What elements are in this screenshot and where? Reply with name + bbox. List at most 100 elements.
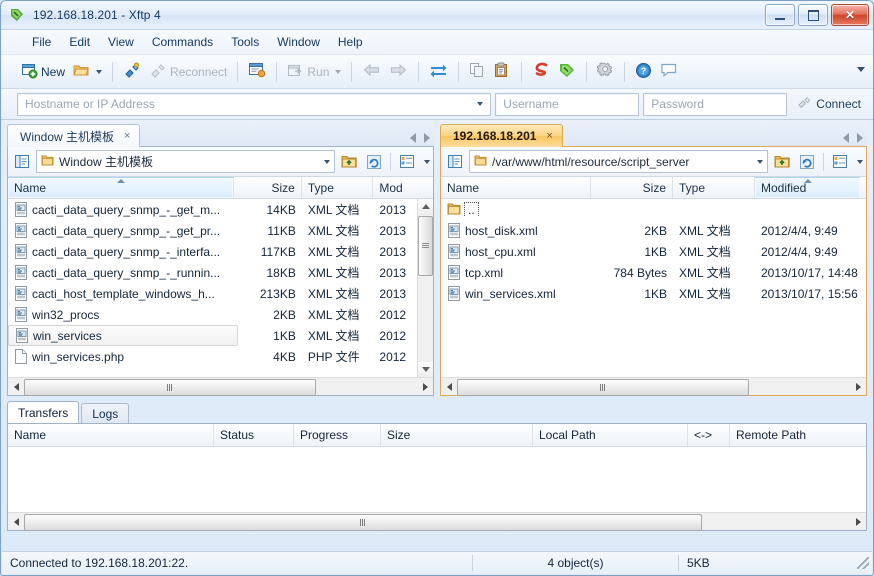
paste-button[interactable]	[490, 60, 515, 84]
remote-column-modified[interactable]: Modified	[755, 177, 860, 198]
options-button[interactable]	[593, 60, 618, 84]
table-row[interactable]: cacti_data_query_snmp_-_interfa... 117KB…	[8, 241, 433, 262]
hscroll-thumb[interactable]	[24, 514, 702, 531]
remote-view-button[interactable]	[829, 151, 851, 173]
transfers-column-size[interactable]: Size	[381, 424, 533, 446]
remote-tab[interactable]: 192.168.18.201 ×	[440, 124, 563, 147]
hscroll-thumb[interactable]	[24, 379, 316, 396]
table-row[interactable]: tcp.xml 784 Bytes XML 文档 2013/10/17, 14:…	[441, 262, 866, 283]
menu-item-file[interactable]: File	[23, 32, 60, 52]
local-column-size[interactable]: Size	[234, 177, 302, 198]
table-row[interactable]: cacti_data_query_snmp_-_runnin... 18KB X…	[8, 262, 433, 283]
local-view-button[interactable]	[396, 151, 418, 173]
hscroll-left-button[interactable]	[441, 379, 457, 395]
host-dropdown-icon[interactable]	[477, 102, 484, 106]
remote-path-combo[interactable]: /var/www/html/resource/script_server	[469, 150, 768, 173]
table-row[interactable]: win_services	[8, 325, 238, 346]
local-column-name[interactable]: Name	[8, 177, 235, 198]
local-view-dropdown-icon[interactable]	[424, 159, 430, 164]
connect-button[interactable]	[119, 60, 145, 84]
remote-refresh-button[interactable]	[796, 151, 818, 173]
menu-item-help[interactable]: Help	[329, 32, 372, 52]
run-caret-icon[interactable]	[335, 69, 342, 74]
open-session-caret-icon[interactable]	[96, 69, 103, 74]
xshell-button[interactable]	[528, 60, 554, 84]
local-tab-prev-icon[interactable]	[410, 133, 416, 143]
remote-up-button[interactable]	[771, 151, 793, 173]
local-column-modified[interactable]: Mod	[373, 177, 433, 198]
help-button[interactable]: ?	[631, 60, 656, 84]
toolbar-overflow-icon[interactable]	[857, 67, 865, 72]
table-row[interactable]: ..	[441, 199, 866, 220]
menu-item-window[interactable]: Window	[268, 32, 329, 52]
transfers-column-status[interactable]: Status	[214, 424, 294, 446]
local-path-combo[interactable]: Window 主机模板	[36, 150, 335, 173]
connect-action-button[interactable]: Connect	[791, 93, 867, 115]
xftp-button[interactable]	[554, 60, 580, 84]
table-row[interactable]: cacti_data_query_snmp_-_get_pr... 11KB X…	[8, 220, 433, 241]
remote-column-name[interactable]: Name	[441, 177, 591, 198]
table-row[interactable]: host_disk.xml 2KB XML 文档 2012/4/4, 9:49	[441, 220, 866, 241]
hscroll-left-button[interactable]	[8, 379, 24, 395]
maximize-button[interactable]	[798, 4, 828, 26]
open-session-button[interactable]	[69, 60, 106, 84]
close-button[interactable]: ✕	[831, 4, 869, 26]
sync-browsing-button[interactable]	[425, 60, 452, 84]
hscroll-right-button[interactable]	[417, 379, 433, 395]
remote-tab-close-icon[interactable]: ×	[546, 130, 552, 142]
tab-logs[interactable]: Logs	[81, 403, 130, 424]
hscroll-track[interactable]	[24, 514, 850, 531]
hscroll-track[interactable]	[24, 379, 417, 396]
remote-tab-prev-icon[interactable]	[843, 133, 849, 143]
transfers-rows[interactable]	[8, 447, 866, 512]
remote-view-dropdown-icon[interactable]	[857, 159, 863, 164]
remote-horizontal-scrollbar[interactable]	[441, 377, 866, 396]
local-vertical-scrollbar[interactable]	[417, 199, 433, 377]
scroll-up-button[interactable]	[418, 199, 433, 214]
tab-transfers[interactable]: Transfers	[7, 401, 80, 424]
table-row[interactable]: win32_procs 2KB XML 文档 2012	[8, 304, 433, 325]
local-column-type[interactable]: Type	[302, 177, 374, 198]
local-refresh-button[interactable]	[363, 151, 385, 173]
transfers-horizontal-scrollbar[interactable]	[8, 512, 866, 531]
table-row[interactable]: win_services.xml 1KB XML 文档 2013/10/17, …	[441, 283, 866, 304]
table-row[interactable]: cacti_host_template_windows_h... 213KB X…	[8, 283, 433, 304]
menu-item-edit[interactable]: Edit	[60, 32, 99, 52]
local-tab-next-icon[interactable]	[424, 133, 430, 143]
feedback-button[interactable]	[656, 60, 682, 84]
remote-path-dropdown-icon[interactable]	[757, 159, 763, 164]
transfers-column-local-path[interactable]: Local Path	[533, 424, 688, 446]
local-horizontal-scrollbar[interactable]	[8, 377, 433, 396]
table-row[interactable]: host_cpu.xml 1KB XML 文档 2012/4/4, 9:49	[441, 241, 866, 262]
transfers-column-remote-path[interactable]: Remote Path	[730, 424, 865, 446]
transfers-column-name[interactable]: Name	[8, 424, 214, 446]
resize-grip-icon[interactable]	[857, 557, 869, 569]
table-row[interactable]: cacti_data_query_snmp_-_get_m... 14KB XM…	[8, 199, 433, 220]
transfers-column-progress[interactable]: Progress	[294, 424, 381, 446]
session-properties-button[interactable]	[244, 60, 270, 84]
local-path-dropdown-icon[interactable]	[324, 159, 330, 164]
menu-item-tools[interactable]: Tools	[222, 32, 268, 52]
new-session-button[interactable]: New	[17, 60, 69, 84]
scroll-down-button[interactable]	[418, 362, 433, 377]
remote-tab-next-icon[interactable]	[857, 133, 863, 143]
remote-bookmark-button[interactable]	[444, 151, 466, 173]
menu-item-commands[interactable]: Commands	[143, 32, 222, 52]
transfers-column-direction[interactable]: <->	[688, 424, 730, 446]
local-tab[interactable]: Window 主机模板 ×	[7, 124, 141, 147]
hscroll-track[interactable]	[457, 379, 850, 396]
minimize-button[interactable]	[765, 4, 795, 26]
host-input[interactable]: Hostname or IP Address	[17, 92, 492, 116]
table-row[interactable]: win_services.php 4KB PHP 文件 2012	[8, 346, 433, 367]
password-input[interactable]: Password	[643, 92, 788, 116]
local-scroll-thumb[interactable]	[418, 216, 433, 276]
hscroll-right-button[interactable]	[850, 514, 866, 530]
local-tab-close-icon[interactable]: ×	[124, 130, 130, 142]
remote-column-type[interactable]: Type	[673, 177, 755, 198]
hscroll-right-button[interactable]	[850, 379, 866, 395]
hscroll-left-button[interactable]	[8, 514, 24, 530]
username-input[interactable]: Username	[495, 92, 640, 116]
local-up-button[interactable]	[338, 151, 360, 173]
hscroll-thumb[interactable]	[457, 379, 749, 396]
remote-column-size[interactable]: Size	[591, 177, 673, 198]
